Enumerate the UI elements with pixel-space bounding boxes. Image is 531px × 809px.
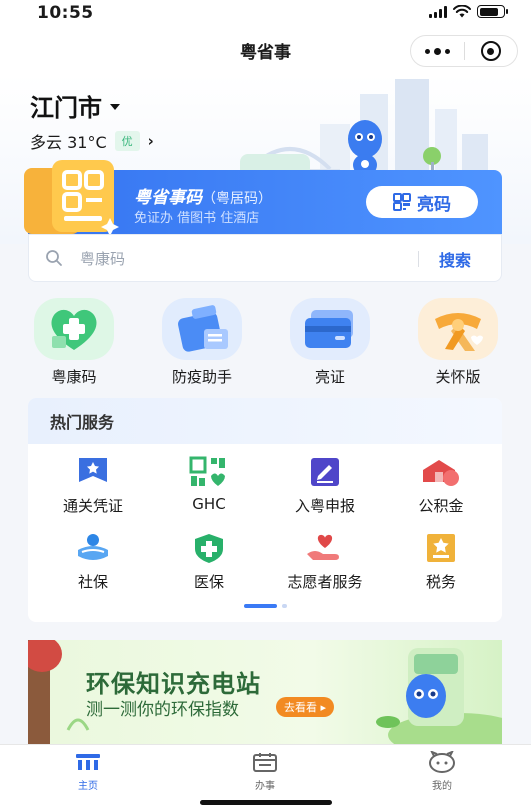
quick-entry-label: 亮证 [314,368,345,386]
customs-pass-icon [73,456,113,488]
battery-icon [477,5,508,18]
service-label: 医保 [193,573,224,591]
service-item-tax[interactable]: 税务 [382,532,500,592]
eco-knowledge-banner[interactable]: 环保知识充电站 测一测你的环保指数 去看看 ▸ [28,640,502,744]
caret-down-icon [110,104,120,110]
declare-icon [305,456,345,488]
signal-icon [429,5,447,18]
more-dots-icon[interactable] [411,36,464,66]
banner-title: 环保知识充电站 [86,670,261,698]
tab-profile[interactable]: 我的 [397,751,487,792]
service-item-medical-insurance[interactable]: 医保 [150,532,268,592]
tab-services[interactable]: 办事 [220,751,310,792]
service-item-volunteer[interactable]: 志愿者服务 [266,532,384,592]
quick-entry-health-code[interactable]: 粤康码 [24,298,124,387]
status-icons [429,5,508,18]
chevron-right-icon: › [147,132,154,150]
quick-entry-show-license[interactable]: 亮证 [280,298,380,387]
services-pager[interactable] [244,604,287,608]
weather-text: 多云 31°C [30,133,107,152]
hot-services-panel: 热门服务 通关凭证 GHC 入粤申报 公积金 社保 医保 志愿者服务 税务 [28,398,502,622]
service-item-ghc[interactable]: GHC [150,456,268,513]
quick-entry-label: 粤康码 [51,368,97,386]
pager-active-dot [244,604,277,608]
service-item-customs-pass[interactable]: 通关凭证 [34,456,152,516]
qr-code-card-icon [24,160,119,236]
care-scarf-icon [418,298,498,360]
service-label: GHC [192,495,226,513]
service-item-social-security[interactable]: 社保 [34,532,152,592]
tab-label: 我的 [432,781,452,792]
social-security-icon [73,532,113,564]
tab-label: 主页 [78,781,98,792]
status-time: 10:55 [37,3,94,23]
wifi-icon [453,5,471,18]
status-bar: 10:55 [0,0,531,26]
tax-icon [421,532,461,564]
volunteer-icon [305,532,345,564]
service-label: 公积金 [418,497,464,515]
search-button[interactable]: 搜索 [439,247,471,271]
banner-subtitle: 测一测你的环保指数 [86,700,239,720]
code-card-title: 粤省事码（粤居码） [134,188,272,208]
search-input[interactable]: 粤康码 [80,248,125,269]
calendar-icon [249,751,281,773]
epidemic-assistant-icon [162,298,242,360]
quick-entry-label: 关怀版 [435,368,481,386]
weather-info[interactable]: 多云 31°C 优 › [30,129,154,153]
tab-label: 办事 [255,781,275,792]
quick-entry-epidemic-assistant[interactable]: 防疫助手 [152,298,252,387]
qr-grid-icon [393,193,411,211]
cards-icon [290,298,370,360]
mini-program-capsule [410,35,518,67]
profile-icon [426,751,458,773]
code-card-title-note: （粤居码） [202,191,272,207]
service-label: 志愿者服务 [287,573,363,591]
home-icon [72,751,104,773]
home-indicator [200,800,332,805]
quick-entries: 粤康码 防疫助手 亮证 关怀版 [0,298,531,388]
aqi-badge: 优 [114,131,140,151]
health-heart-icon [34,298,114,360]
ghc-icon [189,456,229,488]
banner-cta-button[interactable]: 去看看 ▸ [276,697,335,717]
service-item-housing-fund[interactable]: 公积金 [382,456,500,516]
service-item-guangdong-declare[interactable]: 入粤申报 [266,456,384,516]
code-card-subtitle: 免证办 借图书 住酒店 [134,211,260,226]
hot-services-title: 热门服务 [28,398,502,444]
show-code-label: 亮码 [417,194,451,215]
housing-fund-icon [421,456,461,488]
service-label: 入粤申报 [294,497,355,515]
service-label: 税务 [425,573,456,591]
quick-entry-label: 防疫助手 [171,368,232,386]
tab-home[interactable]: 主页 [43,751,133,792]
search-bar[interactable]: 粤康码 搜索 [28,234,502,282]
search-icon [46,250,62,266]
target-close-icon[interactable] [465,36,517,66]
city-selector[interactable]: 江门市 [30,88,120,123]
medical-insurance-icon [189,532,229,564]
pager-dot [282,604,287,608]
search-divider [418,251,419,267]
quick-entry-care-version[interactable]: 关怀版 [408,298,508,387]
service-label: 通关凭证 [62,497,123,515]
show-code-button[interactable]: 亮码 [366,186,478,218]
city-name: 江门市 [30,94,102,122]
service-label: 社保 [77,573,108,591]
navigation-bar: 粤省事 [0,26,531,74]
